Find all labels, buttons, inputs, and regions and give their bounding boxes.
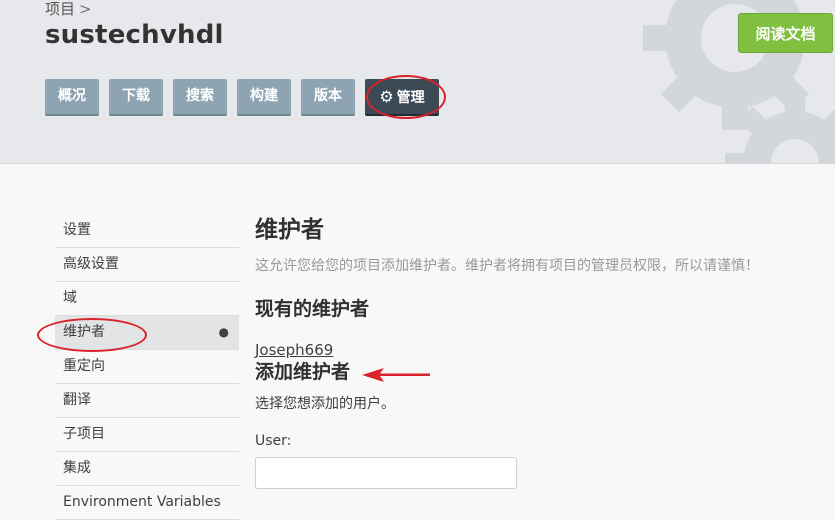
sidebar-item-label: 设置 — [63, 222, 91, 238]
sidebar-item-label: 高级设置 — [63, 256, 119, 272]
page-description: 这允许您给您的项目添加维护者。维护者将拥有项目的管理员权限，所以请谨慎！ — [255, 258, 759, 274]
sidebar-item-label: 域 — [63, 290, 77, 306]
sidebar-item-advanced-settings[interactable]: 高级设置 — [55, 248, 239, 282]
breadcrumb-separator: > — [79, 0, 92, 18]
project-header: 项目 > sustechvhdl 阅读文档 概况 下载 搜索 构建 版本 ⚙ 管理 — [0, 0, 835, 164]
sidebar-item-label: Environment Variables — [63, 494, 221, 510]
sidebar-item-environment-variables[interactable]: Environment Variables — [55, 486, 239, 520]
breadcrumb-projects-link[interactable]: 项目 — [45, 0, 75, 18]
page-title: 维护者 — [255, 217, 324, 243]
existing-maintainers-heading: 现有的维护者 — [255, 298, 370, 320]
project-title[interactable]: sustechvhdl — [45, 18, 224, 52]
add-maintainer-heading: 添加维护者 — [255, 361, 351, 383]
tab-versions[interactable]: 版本 — [301, 79, 355, 114]
sidebar-item-label: 子项目 — [63, 426, 105, 442]
sidebar-item-subprojects[interactable]: 子项目 — [55, 418, 239, 452]
tab-search[interactable]: 搜索 — [173, 79, 227, 114]
sidebar-item-integrations[interactable]: 集成 — [55, 452, 239, 486]
tab-builds[interactable]: 构建 — [237, 79, 291, 114]
tab-downloads[interactable]: 下载 — [109, 79, 163, 114]
sidebar-item-label: 集成 — [63, 460, 91, 476]
choose-user-text: 选择您想添加的用户。 — [255, 396, 395, 412]
user-input[interactable] — [255, 457, 517, 489]
tab-overview[interactable]: 概况 — [45, 79, 99, 114]
sidebar-item-maintainers[interactable]: 维护者 ● — [55, 316, 239, 350]
gear-icon: ⚙ — [379, 87, 394, 106]
breadcrumb: 项目 > — [45, 0, 92, 18]
sidebar-item-translations[interactable]: 翻译 — [55, 384, 239, 418]
sidebar-item-label: 翻译 — [63, 392, 91, 408]
tab-admin-label: 管理 — [396, 90, 425, 106]
active-indicator: ● — [218, 325, 229, 339]
user-field-label: User: — [255, 433, 292, 449]
sidebar-item-settings[interactable]: 设置 — [55, 214, 239, 248]
tab-admin[interactable]: ⚙ 管理 — [365, 79, 439, 114]
sidebar-item-label: 维护者 — [63, 324, 105, 340]
sidebar-item-label: 重定向 — [63, 358, 105, 374]
main-content: 维护者 这允许您给您的项目添加维护者。维护者将拥有项目的管理员权限，所以请谨慎！… — [255, 210, 835, 489]
annotation-arrow-icon — [362, 368, 430, 382]
read-docs-button[interactable]: 阅读文档 — [738, 13, 833, 53]
sidebar-item-domains[interactable]: 域 — [55, 282, 239, 316]
admin-sidebar: 设置 高级设置 域 维护者 ● 重定向 翻译 子项目 集成 Environment… — [55, 214, 239, 520]
sidebar-item-redirects[interactable]: 重定向 — [55, 350, 239, 384]
